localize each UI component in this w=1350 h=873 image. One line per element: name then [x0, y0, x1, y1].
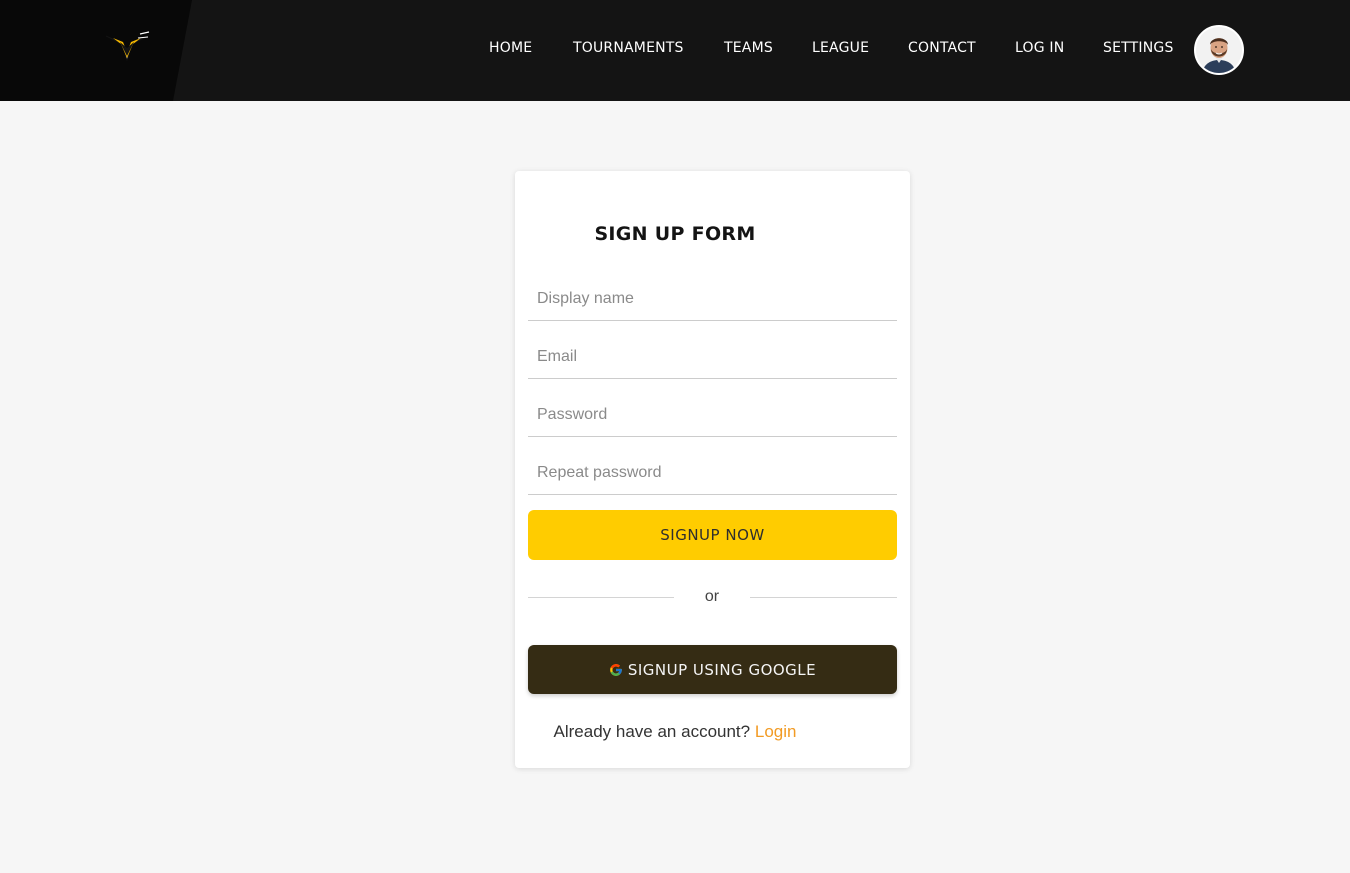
- nav-item-log-in[interactable]: LOG IN: [1015, 40, 1064, 56]
- nav-item-home[interactable]: HOME: [489, 40, 532, 56]
- nav-item-contact[interactable]: CONTACT: [908, 40, 976, 56]
- login-link[interactable]: Login: [755, 722, 797, 741]
- nav-item-tournaments[interactable]: TOURNAMENTS: [573, 40, 684, 56]
- user-avatar[interactable]: [1194, 25, 1244, 75]
- divider-line-left: [528, 597, 674, 598]
- divider-line-right: [750, 597, 897, 598]
- login-prompt: Already have an account? Login: [0, 722, 1350, 742]
- signup-google-label: SIGNUP USING GOOGLE: [627, 660, 817, 679]
- signup-now-button[interactable]: SIGNUP NOW: [528, 510, 897, 560]
- signup-google-button[interactable]: SIGNUP USING GOOGLE: [528, 645, 897, 694]
- nav-item-settings[interactable]: SETTINGS: [1103, 40, 1174, 56]
- display-name-field[interactable]: [528, 277, 897, 321]
- divider-text: or: [704, 588, 720, 605]
- main-nav: HOME TOURNAMENTS TEAMS LEAGUE CONTACT LO…: [0, 0, 1350, 101]
- site-header: HOME TOURNAMENTS TEAMS LEAGUE CONTACT LO…: [0, 0, 1350, 101]
- avatar-image: [1196, 27, 1242, 73]
- nav-item-league[interactable]: LEAGUE: [812, 40, 869, 56]
- form-title: SIGN UP FORM: [594, 223, 756, 245]
- repeat-password-field[interactable]: [528, 451, 897, 495]
- email-field[interactable]: [528, 335, 897, 379]
- password-field[interactable]: [528, 393, 897, 437]
- google-icon: [609, 664, 622, 676]
- nav-item-teams[interactable]: TEAMS: [724, 40, 773, 56]
- account-prompt-text: Already have an account?: [553, 722, 751, 741]
